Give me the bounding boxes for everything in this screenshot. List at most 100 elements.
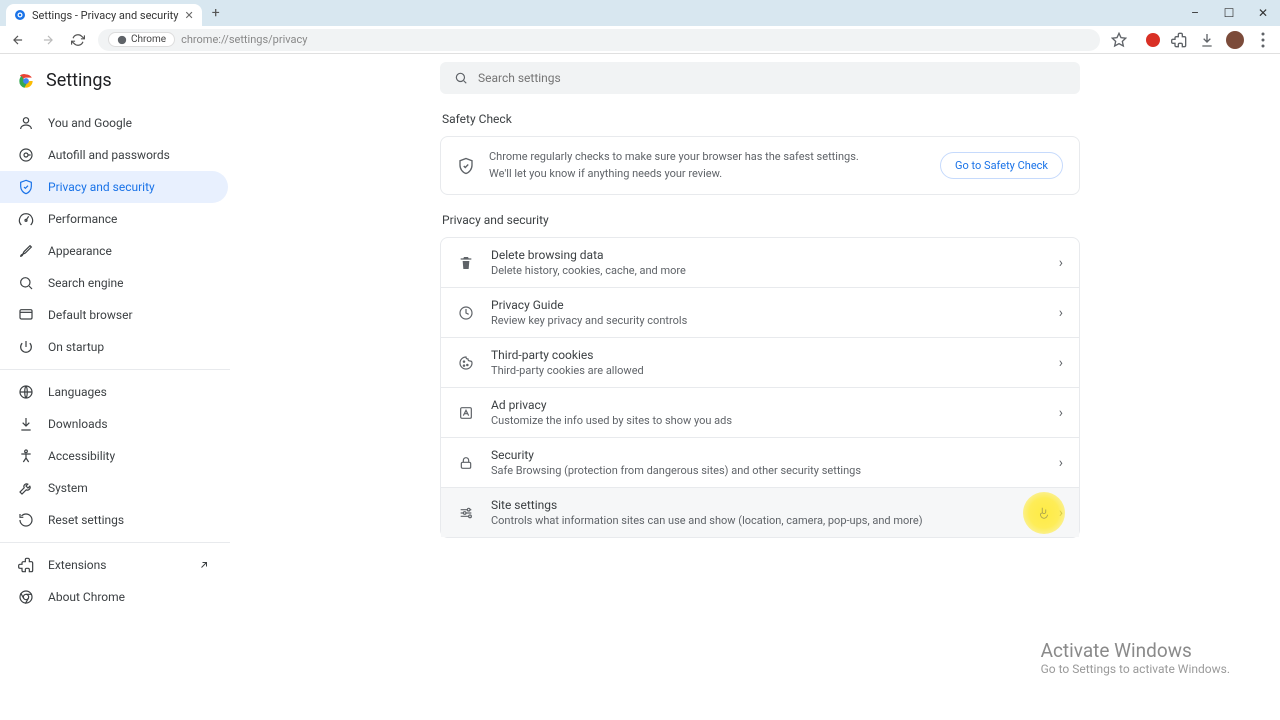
- search-input[interactable]: [478, 71, 1066, 85]
- browser-tab[interactable]: Settings - Privacy and security ✕: [6, 4, 202, 26]
- section-title-safety: Safety Check: [442, 112, 1080, 126]
- new-tab-button[interactable]: +: [212, 5, 220, 21]
- window-close-button[interactable]: ✕: [1246, 0, 1280, 26]
- address-bar[interactable]: Chrome chrome://settings/privacy: [98, 29, 1100, 51]
- privacy-row-privacy-guide[interactable]: Privacy Guide Review key privacy and secu…: [441, 287, 1079, 337]
- lock-icon: [457, 454, 475, 472]
- row-title: Delete browsing data: [491, 248, 1043, 262]
- row-subtitle: Review key privacy and security controls: [491, 314, 1043, 327]
- sidebar-item-label: Languages: [48, 385, 107, 399]
- safety-text-line1: Chrome regularly checks to make sure you…: [489, 149, 926, 166]
- sidebar-item-label: You and Google: [48, 116, 132, 130]
- trash-icon: [457, 254, 475, 272]
- extension-icon: [18, 557, 34, 573]
- sidebar-item-label: Privacy and security: [48, 180, 155, 194]
- safety-text-line2: We'll let you know if anything needs you…: [489, 166, 926, 183]
- shield-check-icon: [457, 157, 475, 175]
- brand-header: Settings: [0, 66, 240, 107]
- sidebar-item-search-engine[interactable]: Search engine: [0, 267, 228, 299]
- sidebar-item-appearance[interactable]: Appearance: [0, 235, 228, 267]
- row-subtitle: Controls what information sites can use …: [491, 514, 1043, 527]
- kebab-menu-icon[interactable]: [1254, 31, 1272, 49]
- sidebar-item-downloads[interactable]: Downloads: [0, 408, 228, 440]
- privacy-list-card: Delete browsing data Delete history, cook…: [440, 237, 1080, 538]
- reset-icon: [18, 512, 34, 528]
- sidebar-item-reset-settings[interactable]: Reset settings: [0, 504, 228, 536]
- address-chip: Chrome: [108, 32, 175, 47]
- go-to-safety-check-button[interactable]: Go to Safety Check: [940, 152, 1063, 179]
- ads-icon: [457, 404, 475, 422]
- chevron-right-icon: ›: [1059, 305, 1063, 321]
- bookmark-star-icon[interactable]: [1110, 31, 1128, 49]
- sidebar-item-you-and-google[interactable]: You and Google: [0, 107, 228, 139]
- sidebar-item-on-startup[interactable]: On startup: [0, 331, 228, 363]
- row-title: Site settings: [491, 498, 1043, 512]
- search-icon: [454, 71, 468, 85]
- shield-icon: [18, 179, 34, 195]
- row-title: Privacy Guide: [491, 298, 1043, 312]
- row-title: Third-party cookies: [491, 348, 1043, 362]
- section-title-privacy: Privacy and security: [442, 213, 1080, 227]
- sidebar-item-label: Search engine: [48, 276, 123, 290]
- autofill-icon: [18, 147, 34, 163]
- sidebar-item-label: About Chrome: [48, 590, 125, 604]
- reload-button[interactable]: [68, 30, 88, 50]
- back-button[interactable]: [8, 30, 28, 50]
- browser-toolbar: Chrome chrome://settings/privacy: [0, 26, 1280, 54]
- sidebar-item-languages[interactable]: Languages: [0, 376, 228, 408]
- privacy-row-site-settings[interactable]: Site settings Controls what information s…: [441, 487, 1079, 537]
- nav-divider: [0, 369, 230, 370]
- tab-title: Settings - Privacy and security: [32, 9, 178, 22]
- sidebar-item-default-browser[interactable]: Default browser: [0, 299, 228, 331]
- sidebar-item-about-chrome[interactable]: About Chrome: [0, 581, 228, 613]
- sidebar-item-label: Extensions: [48, 558, 106, 572]
- sidebar-item-system[interactable]: System: [0, 472, 228, 504]
- sidebar-item-label: Performance: [48, 212, 117, 226]
- row-subtitle: Third-party cookies are allowed: [491, 364, 1043, 377]
- sidebar-item-label: Default browser: [48, 308, 133, 322]
- search-settings[interactable]: [440, 62, 1080, 94]
- download-icon: [18, 416, 34, 432]
- forward-button[interactable]: [38, 30, 58, 50]
- power-icon: [18, 339, 34, 355]
- nav-divider: [0, 542, 230, 543]
- search-icon: [18, 275, 34, 291]
- sidebar-item-extensions[interactable]: Extensions: [0, 549, 228, 581]
- speed-icon: [18, 211, 34, 227]
- recording-indicator-icon[interactable]: [1146, 33, 1160, 47]
- privacy-row-delete-browsing-data[interactable]: Delete browsing data Delete history, cook…: [441, 238, 1079, 287]
- window-titlebar: Settings - Privacy and security ✕ + – ☐ …: [0, 0, 1280, 26]
- sidebar-item-autofill-and-passwords[interactable]: Autofill and passwords: [0, 139, 228, 171]
- chevron-right-icon: ›: [1059, 355, 1063, 371]
- privacy-row-security[interactable]: SecuritySafe Browsing (protection from d…: [441, 437, 1079, 487]
- extensions-icon[interactable]: [1170, 31, 1188, 49]
- tab-favicon-icon: [14, 9, 26, 21]
- sidebar-item-performance[interactable]: Performance: [0, 203, 228, 235]
- address-url: chrome://settings/privacy: [181, 33, 307, 46]
- downloads-icon[interactable]: [1198, 31, 1216, 49]
- window-maximize-button[interactable]: ☐: [1212, 0, 1246, 26]
- browser-icon: [18, 307, 34, 323]
- wrench-icon: [18, 480, 34, 496]
- sidebar-item-label: On startup: [48, 340, 104, 354]
- tune-icon: [457, 504, 475, 522]
- privacy-row-ad-privacy[interactable]: Ad privacyCustomize the info used by sit…: [441, 387, 1079, 437]
- cookie-icon: [457, 354, 475, 372]
- tab-close-icon[interactable]: ✕: [184, 9, 193, 22]
- sidebar-item-privacy-and-security[interactable]: Privacy and security: [0, 171, 228, 203]
- chevron-right-icon: ›: [1059, 405, 1063, 421]
- sidebar-item-accessibility[interactable]: Accessibility: [0, 440, 228, 472]
- privacy-row-third-party-cookies[interactable]: Third-party cookies Third-party cookies a…: [441, 337, 1079, 387]
- row-subtitle: Customize the info used by sites to show…: [491, 414, 1043, 427]
- brand-title: Settings: [46, 70, 112, 91]
- chevron-right-icon: ›: [1059, 505, 1063, 521]
- window-minimize-button[interactable]: –: [1178, 0, 1212, 26]
- profile-avatar[interactable]: [1226, 31, 1244, 49]
- accessibility-icon: [18, 448, 34, 464]
- sidebar-item-label: Reset settings: [48, 513, 124, 527]
- sidebar-item-label: Downloads: [48, 417, 108, 431]
- globe-icon: [18, 384, 34, 400]
- safety-check-card: Chrome regularly checks to make sure you…: [440, 136, 1080, 195]
- brush-icon: [18, 243, 34, 259]
- row-subtitle: Delete history, cookies, cache, and more: [491, 264, 1043, 277]
